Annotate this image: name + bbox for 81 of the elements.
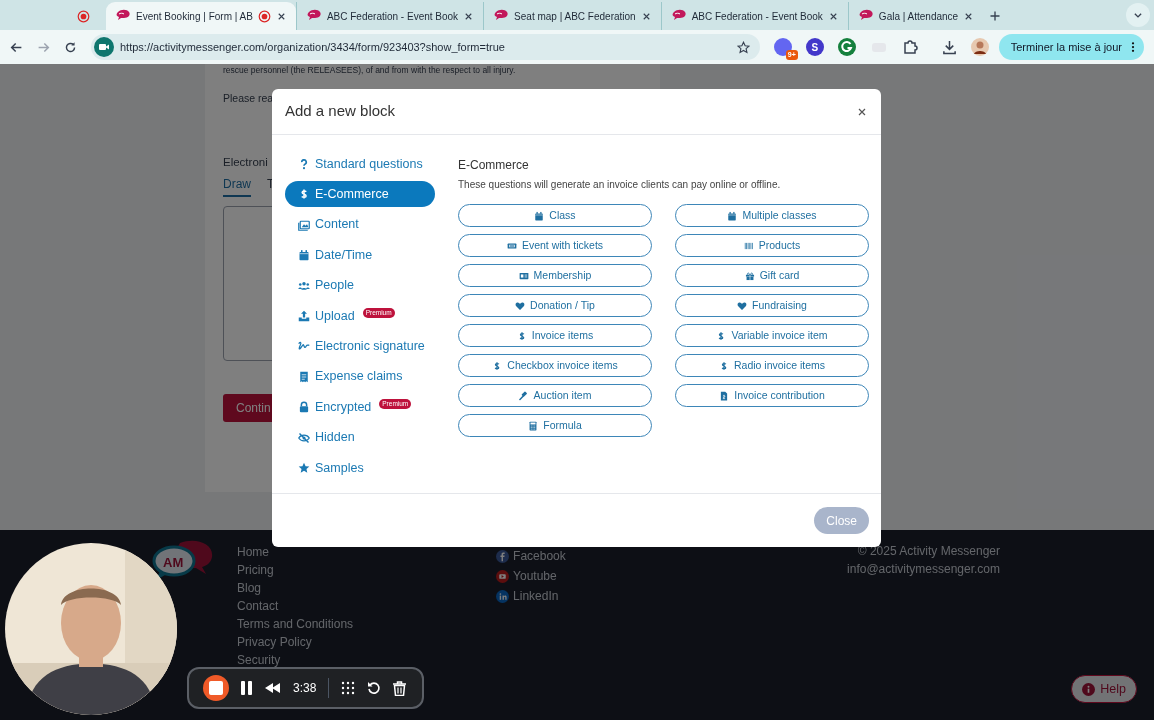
calendar-icon [534,210,545,221]
extensions-icon[interactable] [901,39,918,55]
category-item[interactable]: Electronic signature [285,333,435,360]
pause-icon[interactable] [241,681,253,695]
social-link[interactable]: LinkedIn [496,588,566,604]
help-button[interactable]: Help [1071,675,1137,703]
category-item[interactable]: People [285,272,435,299]
id-card-icon [518,270,529,281]
block-button[interactable]: Donation / Tip [458,294,652,317]
calendar-icon [298,249,310,262]
modal-title: Add a new block [285,101,396,122]
upload-icon [298,309,310,322]
avatar-icon[interactable] [970,38,989,56]
footer-link[interactable]: Contact [237,597,279,615]
extension-icon[interactable] [837,38,856,56]
address-bar[interactable]: https://activitymessenger.com/organization/3434/form/923403?show_form=true [91,34,760,60]
footer-link[interactable]: Pricing [237,561,274,579]
question-icon [298,158,310,170]
calculator-icon [528,420,539,431]
lock-icon [298,401,310,414]
extension-icon[interactable]: S [805,38,824,56]
grid-icon[interactable] [341,681,356,695]
url-text: https://activitymessenger.com/organization/3434/form/923403?show_form=true [120,39,506,55]
update-button[interactable]: Terminer la mise à jour [998,34,1144,60]
info-icon [1082,682,1096,696]
category-item[interactable]: Content [285,211,435,238]
image-icon [298,218,310,231]
signature-icon [298,340,310,353]
youtube-icon [496,569,510,583]
heart-icon [737,300,748,311]
reload-icon[interactable] [64,40,77,54]
rewind-icon[interactable] [265,683,281,693]
back-icon[interactable] [10,40,23,54]
stop-icon [209,681,223,695]
social-link[interactable]: Facebook [496,548,566,564]
people-icon [298,279,310,292]
section-description: These questions will generate an invoice clients can pay online or offline. [458,178,782,192]
recording-icon [257,9,271,23]
receipt-icon [298,370,310,383]
category-item[interactable]: E-Commerce [285,181,435,208]
gift-icon [744,270,755,281]
instruction-text: Please rea [223,90,275,106]
facebook-icon [496,549,510,563]
footer-link[interactable]: Security [237,651,281,669]
footer-link[interactable]: Terms and Conditions [237,615,354,633]
browser-tab[interactable]: Event Booking | Form | AB [106,2,296,30]
plus-icon[interactable] [989,10,1002,22]
eye-slash-icon [298,431,310,444]
trash-icon[interactable] [393,680,407,696]
email-link[interactable]: info@activitymessenger.com [847,561,1000,577]
field-label: Electroni [223,154,268,170]
footer-link[interactable]: Privacy Policy [237,633,312,651]
recording-icon [77,9,90,23]
waiver-text: rescue personnel (the RELEASEES), of and from with the respect to all injury. [223,64,517,77]
heart-icon [515,300,526,311]
signature-tab[interactable]: Draw [223,174,251,197]
restart-icon[interactable] [367,681,382,695]
camera-icon [94,37,114,57]
download-icon[interactable] [941,39,957,55]
barcode-icon [743,240,754,251]
footer-link[interactable]: Home [237,543,269,561]
footer-link[interactable]: Blog [237,579,262,597]
chevron-down-icon [1133,10,1143,20]
category-item[interactable]: Samples [285,454,435,481]
calendar-icon [727,210,738,221]
logo-text: AM [163,554,184,572]
social-link[interactable]: Youtube [496,568,566,584]
logo[interactable]: AM [150,539,218,587]
category-item[interactable]: Hidden [285,424,435,451]
category-item[interactable]: Expense claims [285,363,435,390]
linkedin-icon [496,589,510,603]
section-title: E-Commerce [458,157,530,174]
dollar-icon [298,188,310,201]
stop-button[interactable] [203,675,229,701]
category-item[interactable]: Date/Time [285,242,435,269]
recording-time: 3:38 [293,680,317,697]
category-item[interactable]: Standard questions [285,151,435,177]
star-icon[interactable] [736,40,750,54]
star-icon [298,461,310,474]
file-icon [719,390,730,401]
gavel-icon [518,390,529,401]
